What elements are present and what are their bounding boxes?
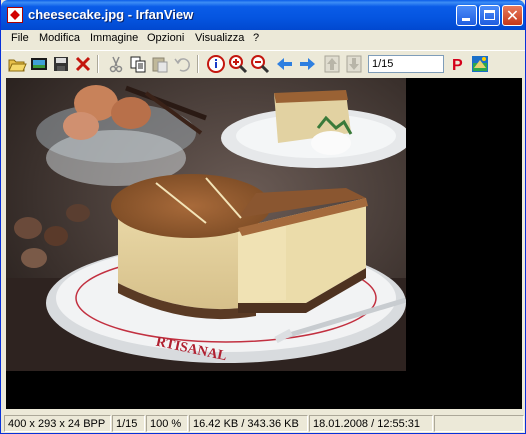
slideshow-icon <box>31 58 47 70</box>
undo-icon <box>174 58 190 72</box>
menu-help[interactable]: ? <box>251 32 261 44</box>
window-title: cheesecake.jpg - IrfanView <box>28 7 194 22</box>
menu-immagine[interactable]: Immagine <box>88 32 140 44</box>
first-icon <box>324 55 340 73</box>
status-page: 1/15 <box>112 415 145 432</box>
previous-icon <box>277 58 292 70</box>
save-icon <box>54 57 68 71</box>
status-dimensions: 400 x 293 x 24 BPP <box>4 415 111 432</box>
status-empty <box>434 415 524 432</box>
menu-visualizza[interactable]: Visualizza <box>193 32 246 44</box>
toolbar: P <box>2 50 525 76</box>
close-button[interactable]: ✕ <box>502 5 523 26</box>
toolbar-separator <box>97 55 99 73</box>
maximize-icon <box>484 10 495 20</box>
undo-button[interactable] <box>172 54 192 74</box>
cut-button[interactable] <box>106 54 126 74</box>
paste-icon <box>152 57 168 73</box>
zoom-in-icon <box>229 55 248 74</box>
minimize-button[interactable] <box>456 5 477 26</box>
paint-button[interactable] <box>470 54 490 74</box>
copy-button[interactable] <box>128 54 148 74</box>
cheesecake-photo: RTISANAL <box>6 78 406 371</box>
last-icon <box>346 55 362 73</box>
paste-button[interactable] <box>150 54 170 74</box>
open-icon <box>8 59 27 72</box>
zoom-out-button[interactable] <box>250 54 270 74</box>
cut-icon <box>109 56 123 73</box>
print-button[interactable]: P <box>448 54 468 74</box>
previous-button[interactable] <box>275 54 295 74</box>
save-button[interactable] <box>51 54 71 74</box>
info-icon <box>207 55 225 73</box>
print-icon: P <box>452 57 463 74</box>
zoom-out-icon <box>251 55 270 74</box>
open-button[interactable] <box>7 54 27 74</box>
menu-file[interactable]: File <box>9 32 31 44</box>
next-icon <box>300 58 315 70</box>
zoom-in-button[interactable] <box>228 54 248 74</box>
paint-icon <box>472 56 488 72</box>
status-zoom: 100 % <box>146 415 188 432</box>
svg-text:P: P <box>452 57 463 74</box>
menu-opzioni[interactable]: Opzioni <box>145 32 186 44</box>
close-icon: ✕ <box>505 6 520 25</box>
toolbar-separator <box>197 55 199 73</box>
page-input[interactable] <box>368 55 444 73</box>
status-bar: 400 x 293 x 24 BPP 1/15 100 % 16.42 KB /… <box>2 413 525 433</box>
next-button[interactable] <box>297 54 317 74</box>
maximize-button[interactable] <box>479 5 500 26</box>
slideshow-button[interactable] <box>29 54 49 74</box>
menu-bar: File Modifica Immagine Opzioni Visualizz… <box>2 30 525 48</box>
delete-icon <box>75 56 91 72</box>
first-button[interactable] <box>322 54 342 74</box>
info-button[interactable] <box>206 54 226 74</box>
irfanview-window: cheesecake.jpg - IrfanView ✕ File Modifi… <box>0 0 526 434</box>
copy-icon <box>130 56 146 73</box>
image-viewport[interactable]: RTISANAL <box>6 78 522 409</box>
last-button[interactable] <box>344 54 364 74</box>
title-bar[interactable]: cheesecake.jpg - IrfanView ✕ <box>1 0 525 30</box>
irfanview-icon[interactable] <box>7 7 23 23</box>
status-size: 16.42 KB / 343.36 KB <box>189 415 308 432</box>
minimize-icon <box>462 18 470 21</box>
menu-modifica[interactable]: Modifica <box>37 32 82 44</box>
status-datetime: 18.01.2008 / 12:55:31 <box>309 415 433 432</box>
delete-button[interactable] <box>73 54 93 74</box>
